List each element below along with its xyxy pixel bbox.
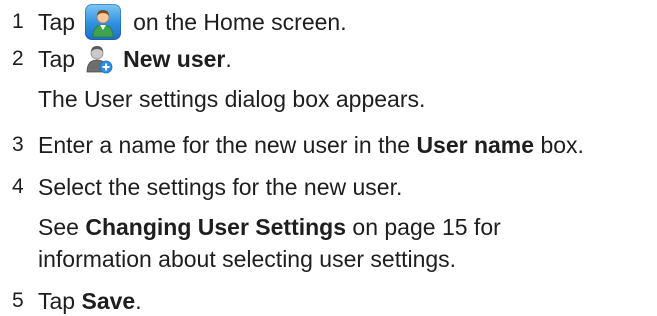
step-text-before: Tap	[38, 288, 82, 314]
step-number: 5	[12, 289, 24, 312]
step-text-after: on the Home screen.	[133, 9, 347, 35]
step-text-after: .	[225, 46, 232, 72]
step-4-note-line-2: information about selecting user setting…	[38, 244, 456, 274]
step-text-before: Enter a name for the new user in the	[38, 132, 417, 158]
user-name-label: User name	[416, 132, 535, 158]
step-text-before: Tap	[38, 9, 76, 35]
note-text-after: on page 15 for	[346, 214, 501, 240]
step-4: 4 Select the settings for the new user.	[0, 172, 402, 202]
step-number: 4	[12, 175, 24, 198]
step-text-before: Tap	[38, 46, 76, 72]
step-text: Tap Save.	[38, 286, 142, 316]
new-user-icon	[85, 44, 113, 74]
step-3: 3 Enter a name for the new user in the U…	[0, 130, 584, 160]
step-2: 2 Tap New user.	[0, 44, 232, 74]
step-number: 3	[12, 133, 24, 156]
changing-user-settings-link: Changing User Settings	[85, 214, 347, 240]
step-text: Select the settings for the new user.	[38, 174, 403, 200]
note-text-before: See	[38, 214, 86, 240]
user-tile-icon	[85, 4, 122, 40]
note-text: The User settings dialog box appears.	[38, 86, 426, 112]
step-4-note-line-1: See Changing User Settings on page 15 fo…	[38, 212, 501, 242]
step-number: 2	[12, 47, 24, 70]
note-text: information about selecting user setting…	[38, 246, 457, 272]
step-number: 1	[12, 10, 24, 33]
step-2-note: The User settings dialog box appears.	[38, 84, 425, 114]
step-text-after: box.	[534, 132, 584, 158]
new-user-label: New user	[123, 46, 226, 72]
step-text-after: .	[135, 288, 142, 314]
step-5: 5 Tap Save.	[0, 286, 142, 316]
step-text: Tap on the Home screen.	[38, 4, 347, 40]
step-text: Enter a name for the new user in the Use…	[38, 130, 584, 160]
step-text: Tap New user.	[38, 44, 232, 74]
save-label: Save	[81, 288, 136, 314]
step-1: 1 Tap on the Home screen.	[0, 4, 347, 40]
